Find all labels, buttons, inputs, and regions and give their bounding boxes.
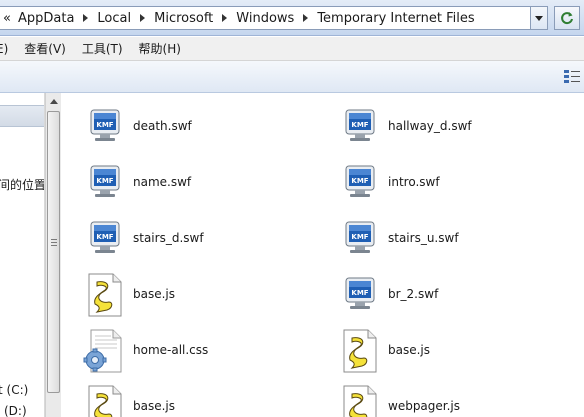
nav-item-drive-d[interactable]: (D:) [4,404,27,417]
nav-item-drive-c[interactable]: t (C:) [0,383,28,397]
file-item[interactable]: base.js [83,382,175,417]
script-file-icon [83,382,127,417]
file-name: hallway_d.swf [388,119,472,133]
address-history-dropdown[interactable] [530,6,548,30]
scrollbar-thumb[interactable] [47,111,60,393]
change-view-button[interactable] [563,68,581,86]
script-file-icon [83,270,127,318]
navigation-scrollbar[interactable] [45,93,61,417]
breadcrumb-windows[interactable]: Windows [233,11,297,26]
grip-line [51,239,57,240]
file-list: death.swf hallway_d.swf name.swf intro.s… [61,93,584,417]
file-name: intro.swf [388,175,440,189]
file-item[interactable]: stairs_u.swf [338,214,459,262]
breadcrumb-local[interactable]: Local [94,11,134,26]
file-item[interactable]: name.swf [83,158,191,206]
swf-file-icon [338,270,382,318]
swf-file-icon [338,214,382,262]
refresh-icon [561,12,573,25]
file-item[interactable]: death.swf [83,102,192,150]
command-toolbar [0,61,584,93]
file-name: base.js [133,287,176,301]
address-bar: « AppData Local Microsoft Windows Tempor… [0,0,584,36]
css-file-icon [83,326,127,374]
file-name: name.swf [133,175,192,189]
chevron-down-icon [535,15,543,21]
menu-edit[interactable]: E) [0,42,16,56]
breadcrumb-arrow-icon[interactable] [303,14,309,22]
script-file-icon [338,326,382,374]
breadcrumb-temporary-internet-files[interactable]: Temporary Internet Files [314,11,477,26]
file-name: base.js [133,399,176,413]
file-name: webpager.js [388,399,461,413]
menu-help[interactable]: 帮助(H) [131,40,189,57]
file-name: stairs_d.swf [133,231,204,245]
swf-file-icon [83,214,127,262]
breadcrumb-arrow-icon[interactable] [140,14,146,22]
menu-tools[interactable]: 工具(T) [74,40,131,57]
navigation-pane: 间的位置 t (C:) (D:) [0,93,45,417]
grip-line [51,245,57,246]
file-name: stairs_u.swf [388,231,459,245]
file-item[interactable]: base.js [338,326,430,374]
nav-item-recent-places[interactable]: 间的位置 [0,176,44,193]
file-name: br_2.swf [388,287,439,301]
breadcrumb-microsoft[interactable]: Microsoft [151,11,216,26]
menu-bar: E) 查看(V) 工具(T) 帮助(H) [0,37,584,61]
file-item[interactable]: stairs_d.swf [83,214,204,262]
breadcrumb-overflow-button[interactable]: « [3,11,11,26]
swf-file-icon [83,102,127,150]
file-name: death.swf [133,119,192,133]
swf-file-icon [338,102,382,150]
swf-file-icon [83,158,127,206]
details-view-icon [564,70,580,83]
address-breadcrumb[interactable]: « AppData Local Microsoft Windows Tempor… [0,6,548,30]
file-name: home-all.css [133,343,209,357]
script-file-icon [338,382,382,417]
swf-file-icon [338,158,382,206]
breadcrumb-appdata[interactable]: AppData [15,11,77,26]
file-item[interactable]: br_2.swf [338,270,438,318]
file-item[interactable]: home-all.css [83,326,208,374]
breadcrumb-arrow-icon[interactable] [222,14,228,22]
grip-line [51,242,57,243]
refresh-button[interactable] [554,6,580,30]
file-item[interactable]: base.js [83,270,175,318]
menu-view[interactable]: 查看(V) [16,40,74,57]
breadcrumb-arrow-icon[interactable] [83,14,89,22]
file-item[interactable]: intro.swf [338,158,440,206]
file-name: base.js [388,343,431,357]
scroll-up-arrow-icon[interactable] [50,99,58,104]
file-item[interactable]: hallway_d.swf [338,102,472,150]
nav-selected-item[interactable] [0,105,44,127]
file-item[interactable]: webpager.js [338,382,460,417]
